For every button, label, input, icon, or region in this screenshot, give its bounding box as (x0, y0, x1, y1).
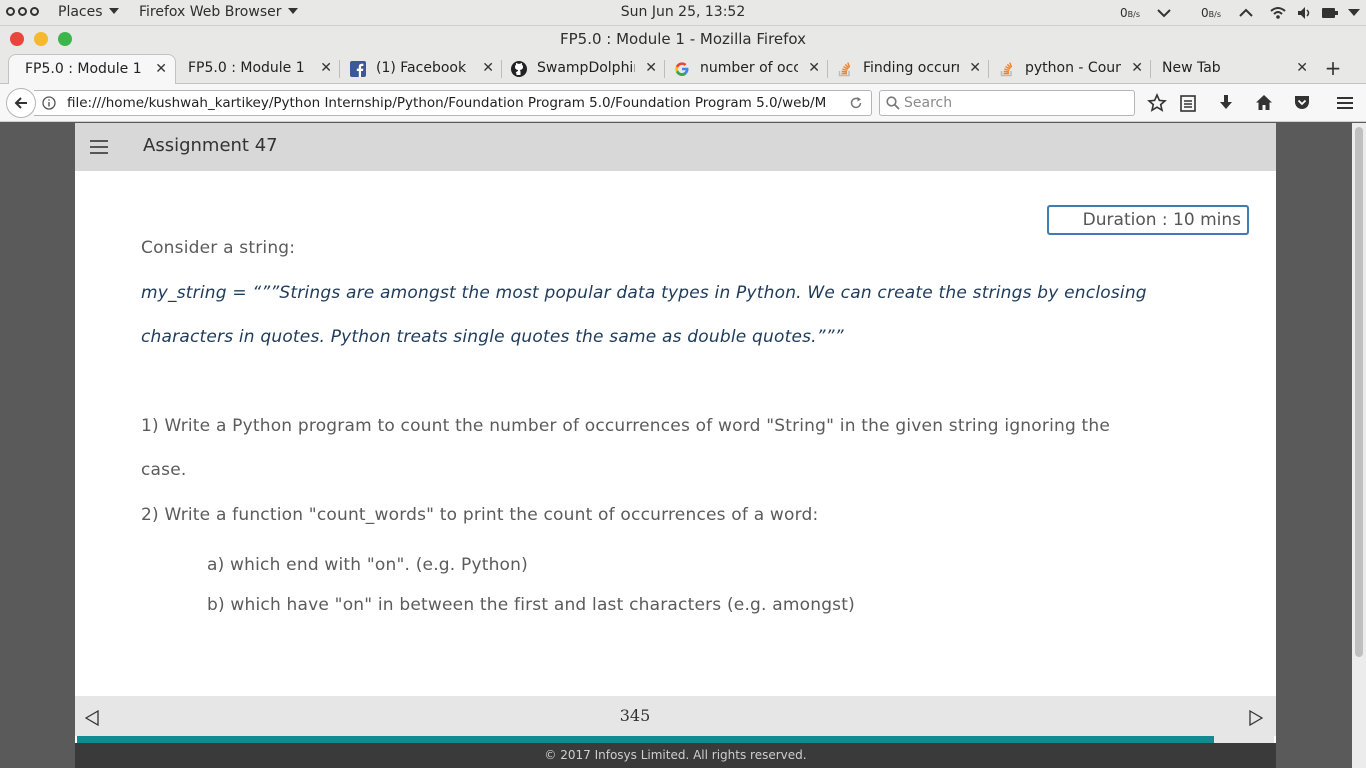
tab-strip: FP5.0 : Module 1 ✕ FP5.0 : Module 1 ✕ (1… (0, 52, 1366, 84)
page-number: 345 (619, 706, 651, 725)
window-title-bar: FP5.0 : Module 1 - Mozilla Firefox (0, 26, 1366, 52)
stackoverflow-icon (1000, 62, 1013, 77)
downloads-icon[interactable] (1216, 93, 1236, 113)
facebook-icon (350, 61, 366, 77)
window-title: FP5.0 : Module 1 - Mozilla Firefox (559, 30, 807, 48)
bookmark-star-icon[interactable] (1147, 93, 1167, 113)
string-definition-line2: characters in quotes. Python treats sing… (141, 327, 844, 347)
page-navigation-bar: 345 (75, 696, 1276, 736)
question-2: 2) Write a function "count_words" to pri… (141, 505, 819, 525)
back-button[interactable] (6, 88, 36, 118)
tab-facebook[interactable]: (1) Facebook ✕ (344, 54, 498, 84)
page-title: Assignment 47 (143, 135, 278, 156)
clock[interactable]: Sun Jun 25, 13:52 (621, 4, 745, 20)
system-menu-chevron-icon[interactable] (1348, 9, 1360, 17)
download-arrow-icon (1157, 9, 1171, 18)
navigation-toolbar: file:///home/kushwah_kartikey/Python Int… (0, 84, 1366, 122)
tab-google-search[interactable]: number of occur ✕ (668, 54, 824, 84)
new-tab-button[interactable]: + (1323, 56, 1343, 80)
url-bar[interactable]: file:///home/kushwah_kartikey/Python Int… (34, 90, 872, 116)
google-icon (675, 62, 689, 76)
close-tab-icon[interactable]: ✕ (320, 54, 332, 82)
scrollbar-thumb[interactable] (1355, 127, 1363, 657)
tab-stackoverflow-finding[interactable]: Finding occurrer ✕ (831, 54, 985, 84)
question-1-line2: case. (141, 460, 187, 480)
minimize-window-button[interactable] (34, 32, 48, 46)
activities-icon[interactable] (6, 7, 39, 16)
close-tab-icon[interactable]: ✕ (482, 54, 494, 82)
tab-fp5-module1[interactable]: FP5.0 : Module 1 ✕ (178, 54, 336, 84)
vertical-scrollbar[interactable] (1352, 123, 1366, 768)
home-icon[interactable] (1254, 93, 1274, 113)
url-text[interactable]: file:///home/kushwah_kartikey/Python Int… (67, 95, 827, 111)
net-download-speed: 0B/s (1120, 6, 1140, 20)
tab-label: (1) Facebook (376, 60, 467, 76)
wifi-icon[interactable] (1270, 6, 1286, 20)
chevron-down-icon (287, 8, 298, 14)
progress-bar (77, 736, 1274, 743)
gnome-top-bar: Places Firefox Web Browser Sun Jun 25, 1… (0, 0, 1366, 26)
close-tab-icon[interactable]: ✕ (155, 55, 167, 83)
maximize-window-button[interactable] (58, 32, 72, 46)
question-2a: a) which end with "on". (e.g. Python) (207, 555, 528, 575)
tab-label: FP5.0 : Module 1 (25, 61, 142, 77)
net-upload-speed: 0B/s (1201, 6, 1221, 20)
assignment-page: Assignment 47 Duration : 10 mins Conside… (75, 123, 1276, 768)
places-menu[interactable]: Places (58, 4, 119, 20)
tab-label: SwampDolphin9 (537, 60, 635, 76)
copyright-footer: © 2017 Infosys Limited. All rights reser… (75, 743, 1276, 768)
places-label: Places (58, 4, 103, 20)
search-icon (886, 96, 900, 110)
tab-stackoverflow-count[interactable]: python - Count ✕ (993, 54, 1147, 84)
tab-label: python - Count (1025, 60, 1121, 76)
app-menu[interactable]: Firefox Web Browser (139, 4, 298, 20)
search-input[interactable]: Search (904, 95, 952, 111)
tab-label: Finding occurrer (863, 60, 959, 76)
question-2b: b) which have "on" in between the first … (207, 595, 855, 615)
string-definition-line1: my_string = “””Strings are amongst the m… (141, 283, 1147, 303)
close-tab-icon[interactable]: ✕ (645, 54, 657, 82)
close-tab-icon[interactable]: ✕ (1296, 54, 1308, 82)
page-header: Assignment 47 (75, 123, 1276, 171)
chevron-down-icon (108, 8, 119, 14)
github-icon (511, 61, 527, 77)
close-tab-icon[interactable]: ✕ (808, 54, 820, 82)
upload-arrow-icon (1239, 8, 1253, 17)
close-tab-icon[interactable]: ✕ (969, 54, 981, 82)
close-window-button[interactable] (10, 32, 24, 46)
search-bar[interactable]: Search (879, 90, 1135, 116)
hamburger-menu-icon[interactable] (1335, 93, 1355, 113)
tab-label: number of occur (700, 60, 798, 76)
progress-bar-fill (77, 736, 1215, 743)
tab-github[interactable]: SwampDolphin9 ✕ (505, 54, 661, 84)
tab-new-tab[interactable]: New Tab ✕ (1152, 54, 1312, 84)
reading-list-icon[interactable] (1178, 93, 1198, 113)
back-arrow-icon (14, 97, 27, 109)
tab-fp5-module1-active[interactable]: FP5.0 : Module 1 ✕ (8, 54, 176, 84)
tab-label: FP5.0 : Module 1 (188, 60, 305, 76)
pocket-icon[interactable] (1292, 93, 1312, 113)
stackoverflow-icon (838, 62, 851, 77)
volume-icon[interactable] (1297, 6, 1311, 20)
menu-icon[interactable] (90, 140, 108, 154)
intro-text: Consider a string: (141, 238, 296, 258)
info-icon[interactable] (42, 96, 56, 110)
app-menu-label: Firefox Web Browser (139, 4, 282, 20)
question-1-line1: 1) Write a Python program to count the n… (141, 416, 1111, 436)
duration-badge: Duration : 10 mins (1047, 205, 1249, 235)
close-tab-icon[interactable]: ✕ (1131, 54, 1143, 82)
battery-icon[interactable] (1322, 8, 1338, 18)
reload-icon[interactable] (849, 96, 863, 110)
next-page-icon[interactable] (1249, 710, 1263, 726)
tab-label: New Tab (1162, 60, 1221, 76)
